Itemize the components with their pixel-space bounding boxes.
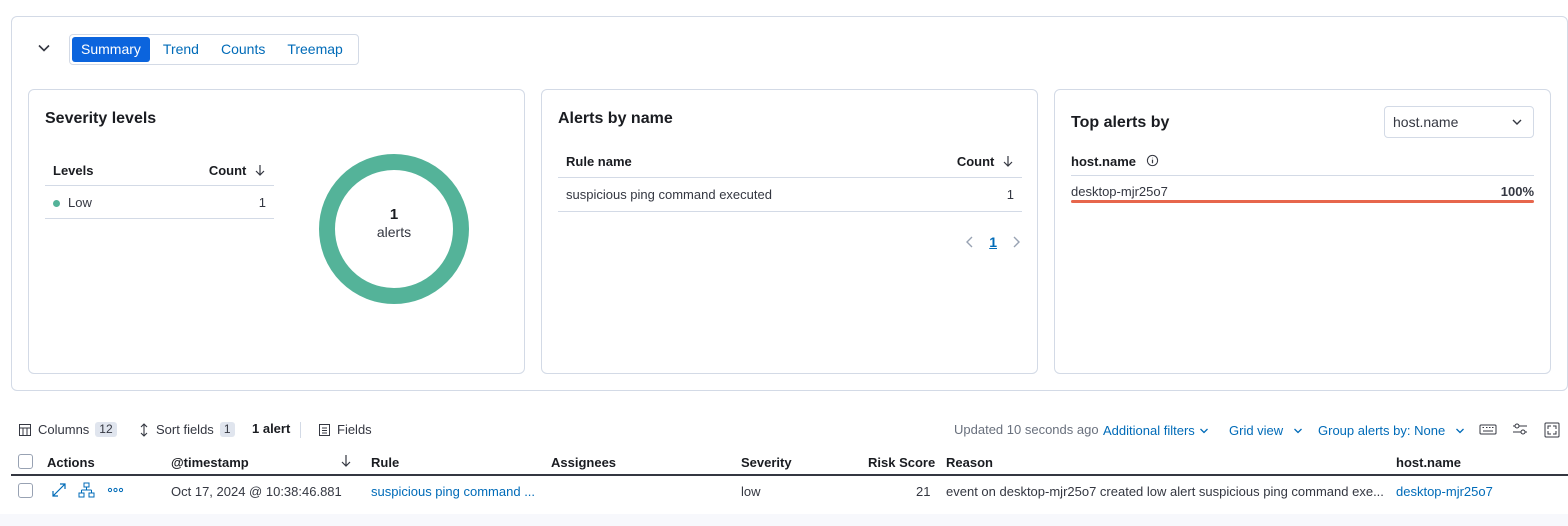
top-alert-row[interactable]: desktop-mjr25o7 100% <box>1071 184 1534 199</box>
count-column-header[interactable]: Count <box>957 154 1014 169</box>
sort-arrow-down-icon <box>1003 156 1013 167</box>
fields-label: Fields <box>337 422 372 437</box>
group-alerts-by-button[interactable]: Group alerts by: None <box>1318 423 1465 438</box>
analyze-event-icon[interactable] <box>78 482 95 501</box>
assignees-column-header[interactable]: Assignees <box>551 455 616 470</box>
columns-button[interactable]: Columns 12 <box>18 422 117 437</box>
count-column-header[interactable]: Count <box>209 163 266 178</box>
sort-fields-label: Sort fields <box>156 422 214 437</box>
tab-summary[interactable]: Summary <box>72 37 150 62</box>
info-icon[interactable] <box>1146 154 1159 167</box>
table-row[interactable]: Oct 17, 2024 @ 10:38:46.881 suspicious p… <box>11 477 1568 507</box>
timestamp-column-header[interactable]: @timestamp <box>171 455 249 470</box>
select-all-checkbox[interactable] <box>18 454 33 469</box>
pagination: 1 <box>965 234 1021 250</box>
row-risk-score: 21 <box>916 484 931 499</box>
reason-column-header[interactable]: Reason <box>946 455 993 470</box>
rule-column-header[interactable]: Rule <box>371 455 399 470</box>
table-row[interactable]: Low 1 <box>45 186 274 219</box>
sort-fields-button[interactable]: Sort fields 1 <box>138 422 235 437</box>
row-host-link[interactable]: desktop-mjr25o7 <box>1396 484 1493 499</box>
columns-count-badge: 12 <box>95 422 117 437</box>
rule-count: 1 <box>1006 187 1014 202</box>
chevron-down-icon <box>1199 428 1208 433</box>
tab-counts[interactable]: Counts <box>212 37 274 62</box>
rule-name: suspicious ping command executed <box>566 187 772 202</box>
severity-column-header[interactable]: Severity <box>741 455 792 470</box>
top-alerts-field-header: host.name <box>1071 154 1534 176</box>
fullscreen-icon[interactable] <box>1544 422 1560 441</box>
view-tabs: Summary Trend Counts Treemap <box>69 34 359 65</box>
more-actions-icon[interactable] <box>107 482 124 501</box>
levels-column-header: Levels <box>53 163 94 178</box>
severity-color-dot <box>53 199 60 207</box>
alerts-table-header: Rule name Count <box>558 146 1022 178</box>
severity-level: Low <box>68 194 92 210</box>
alerts-table-toolbar: Columns 12 Sort fields 1 1 alert Fields … <box>18 420 1562 442</box>
group-field-select[interactable]: host.name <box>1384 106 1534 138</box>
expand-event-icon[interactable] <box>51 482 67 501</box>
display-settings-icon[interactable] <box>1512 422 1528 439</box>
additional-filters-button[interactable]: Additional filters <box>1103 423 1209 438</box>
top-alerts-card: Top alerts by host.name host.name deskto… <box>1054 89 1551 374</box>
top-alert-host: desktop-mjr25o7 <box>1071 184 1168 199</box>
table-row[interactable]: suspicious ping command executed 1 <box>558 178 1022 212</box>
tab-trend[interactable]: Trend <box>154 37 208 62</box>
alerts-by-name-table: Rule name Count suspicious ping command … <box>558 146 1022 212</box>
severity-card-title: Severity levels <box>45 110 157 127</box>
grid-view-button[interactable]: Grid view <box>1229 423 1303 438</box>
sort-count-badge: 1 <box>219 422 235 437</box>
sort-icon <box>140 422 148 437</box>
top-alert-bar-track <box>1071 200 1534 203</box>
page-number[interactable]: 1 <box>989 234 997 250</box>
severity-table-header: Levels Count <box>45 156 274 186</box>
columns-label: Columns <box>38 422 90 437</box>
top-alerts-title: Top alerts by <box>1071 114 1170 131</box>
chevron-right-icon[interactable] <box>1011 235 1021 249</box>
chevron-down-icon <box>1456 428 1465 433</box>
alerts-grid-header: Actions @timestamp Rule Assignees Severi… <box>11 450 1568 476</box>
group-field-value: host.name <box>1393 114 1459 130</box>
sort-arrow-down-icon[interactable] <box>340 454 352 470</box>
chevron-down-icon <box>1512 119 1522 125</box>
severity-levels-card: Severity levels Levels Count Low 1 1 ale… <box>28 89 525 374</box>
alerts-donut-chart: 1 alerts <box>319 154 469 304</box>
sort-arrow-down-icon <box>255 165 265 176</box>
row-rule-link[interactable]: suspicious ping command ... <box>371 484 535 499</box>
alert-count: 1 alert <box>252 421 291 436</box>
rule-name-column-header: Rule name <box>566 154 632 169</box>
row-select-checkbox[interactable] <box>18 483 33 498</box>
donut-value: 1 <box>389 206 399 223</box>
severity-table: Levels Count Low 1 <box>45 156 274 219</box>
chevron-left-icon[interactable] <box>965 235 975 249</box>
risk-score-column-header[interactable]: Risk Score <box>868 455 935 470</box>
updated-text: Updated 10 seconds ago <box>954 422 1099 437</box>
fields-button[interactable]: Fields <box>318 422 372 437</box>
severity-count: 1 <box>258 194 266 210</box>
row-severity: low <box>741 484 761 499</box>
top-alert-bar-fill <box>1071 200 1534 203</box>
alerts-card-title: Alerts by name <box>558 110 673 127</box>
row-reason: event on desktop-mjr25o7 created low ale… <box>946 484 1384 499</box>
fields-list-icon <box>319 423 330 436</box>
keyboard-icon[interactable] <box>1479 422 1497 439</box>
actions-column-header: Actions <box>47 455 95 470</box>
chevron-down-icon <box>1294 428 1303 433</box>
collapse-chevron-icon[interactable] <box>36 40 52 56</box>
table-columns-icon <box>19 423 31 436</box>
footer-strip <box>0 514 1568 526</box>
row-timestamp: Oct 17, 2024 @ 10:38:46.881 <box>171 484 342 499</box>
host-name-column-header[interactable]: host.name <box>1396 455 1461 470</box>
toolbar-divider <box>300 422 301 438</box>
donut-label: alerts <box>376 224 412 240</box>
tab-treemap[interactable]: Treemap <box>278 37 352 62</box>
alerts-by-name-card: Alerts by name Rule name Count suspiciou… <box>541 89 1038 374</box>
top-alert-percent: 100% <box>1500 184 1534 199</box>
